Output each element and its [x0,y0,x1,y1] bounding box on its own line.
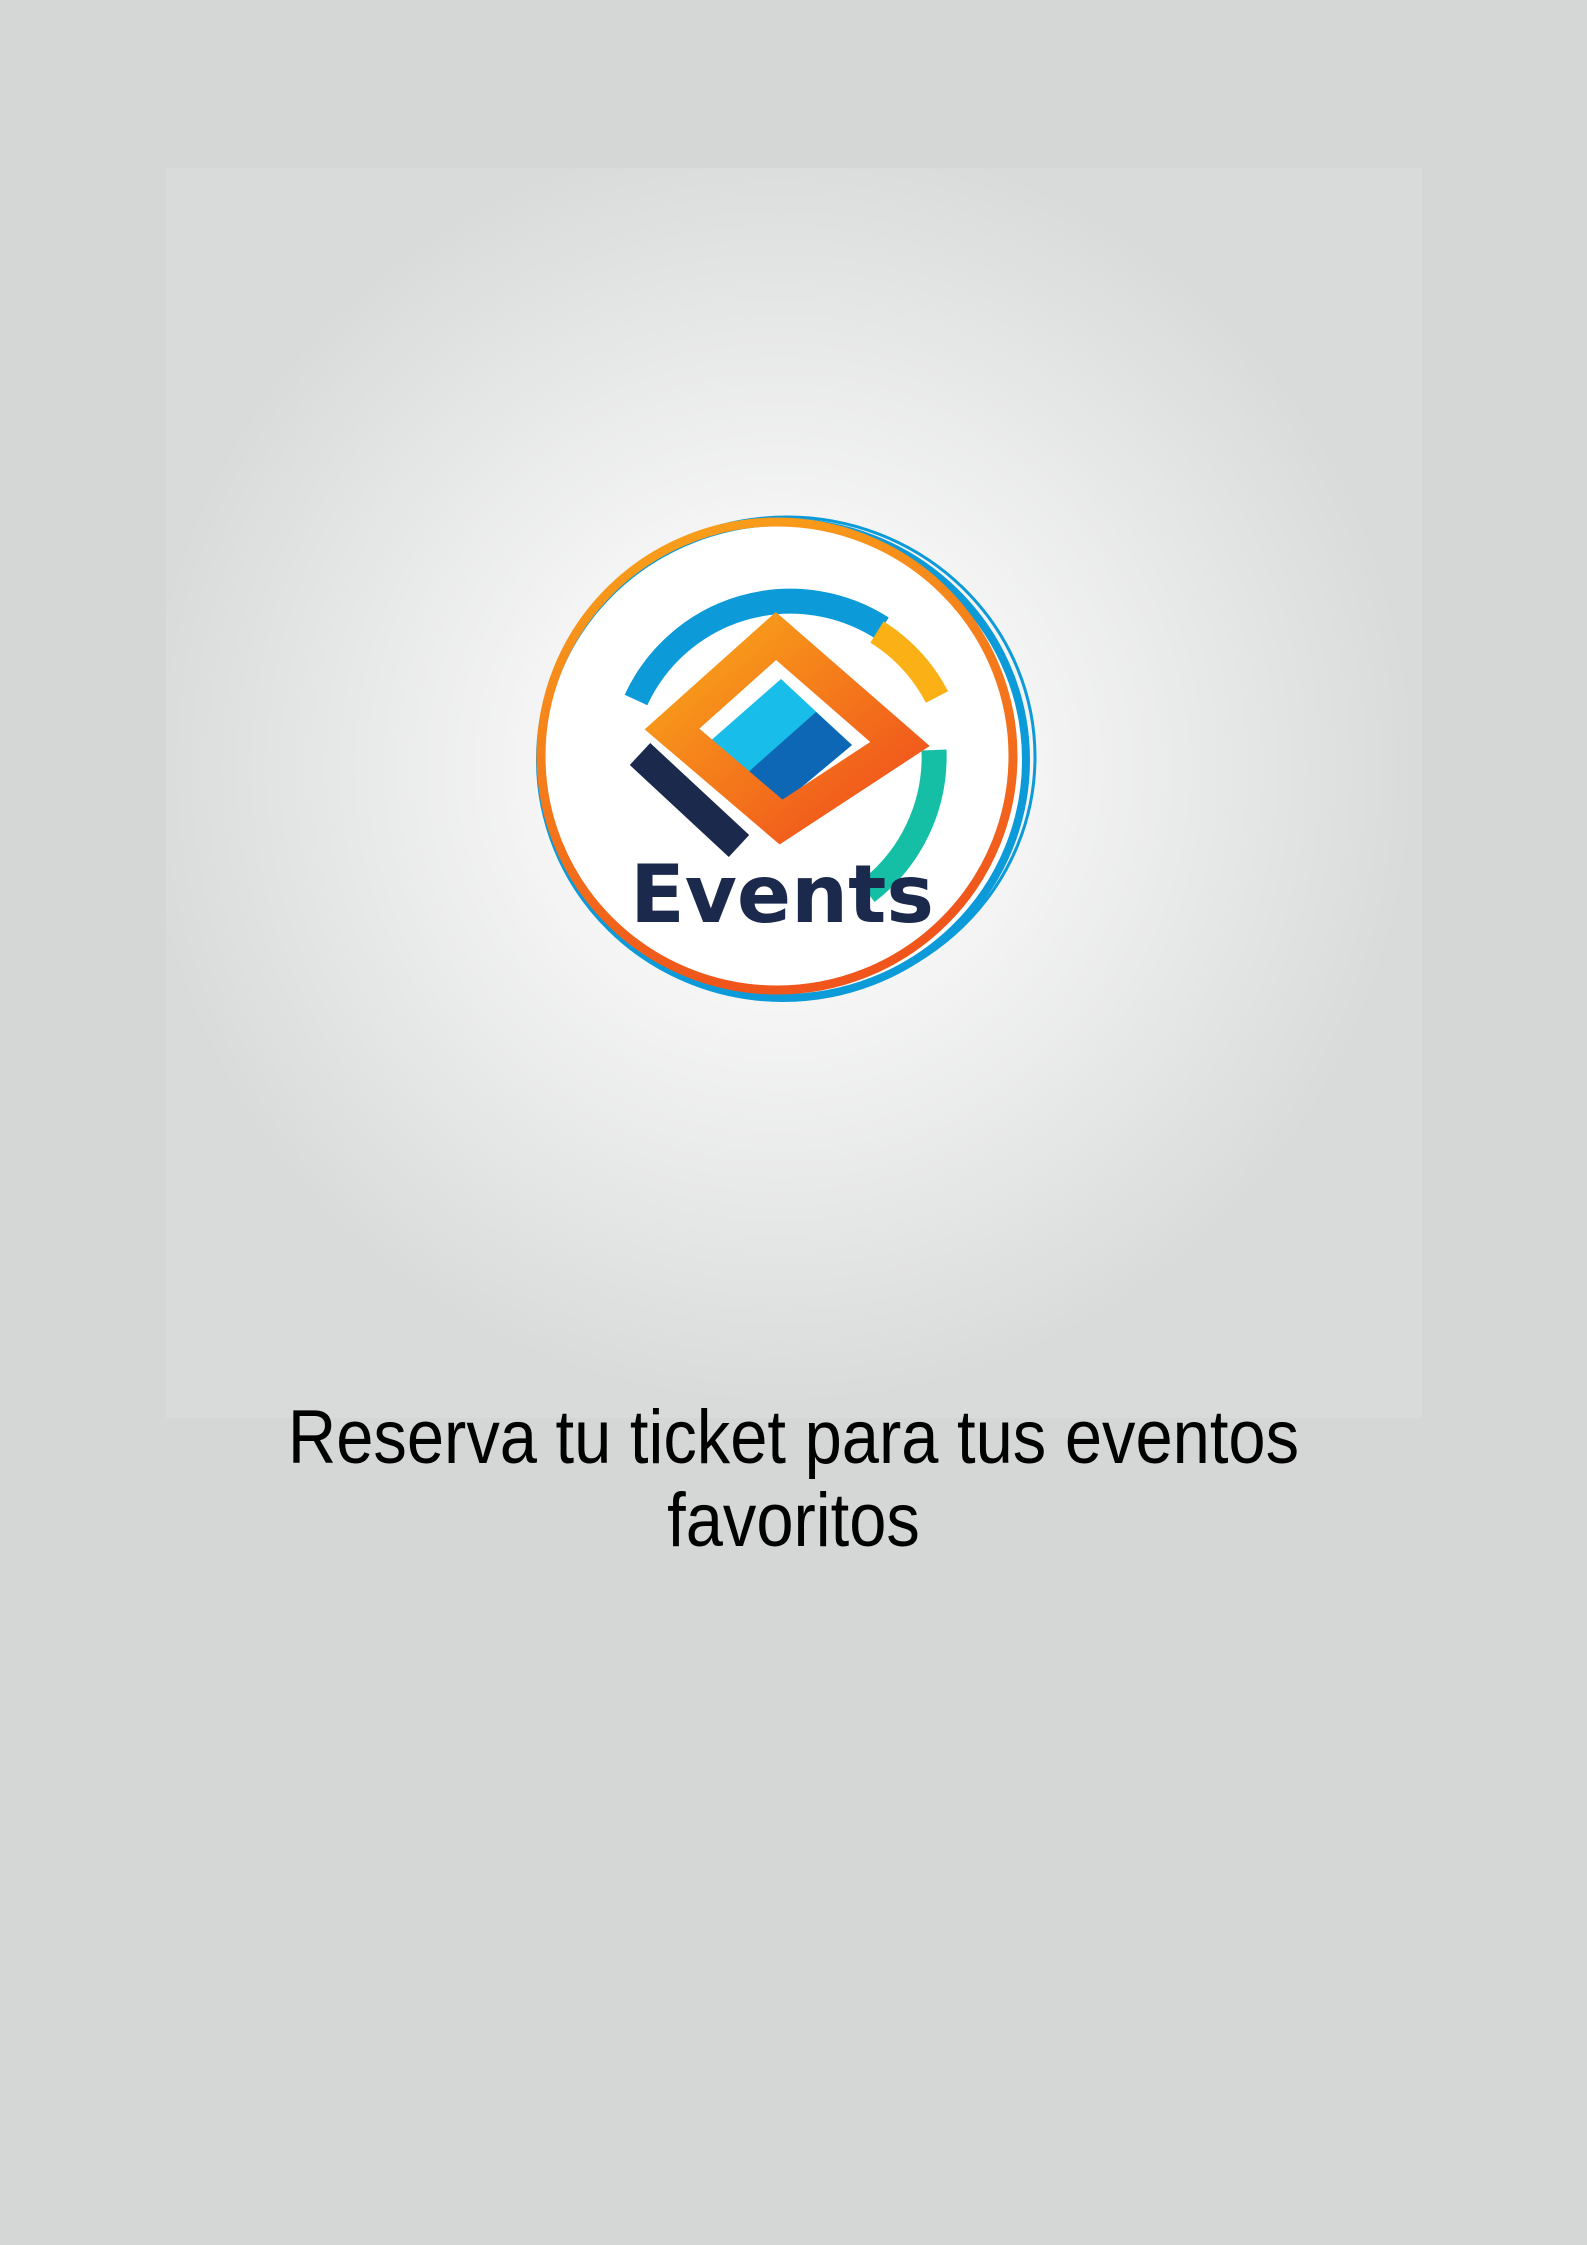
events-logo: Events [536,515,1037,1002]
logo-wordmark: Events [630,848,934,941]
tagline-line-1: Reserva tu ticket para tus eventos [287,1395,1300,1480]
tagline: Reserva tu ticket para tus eventos favor… [95,1396,1492,1562]
tagline-line-2: favoritos [667,1478,920,1563]
